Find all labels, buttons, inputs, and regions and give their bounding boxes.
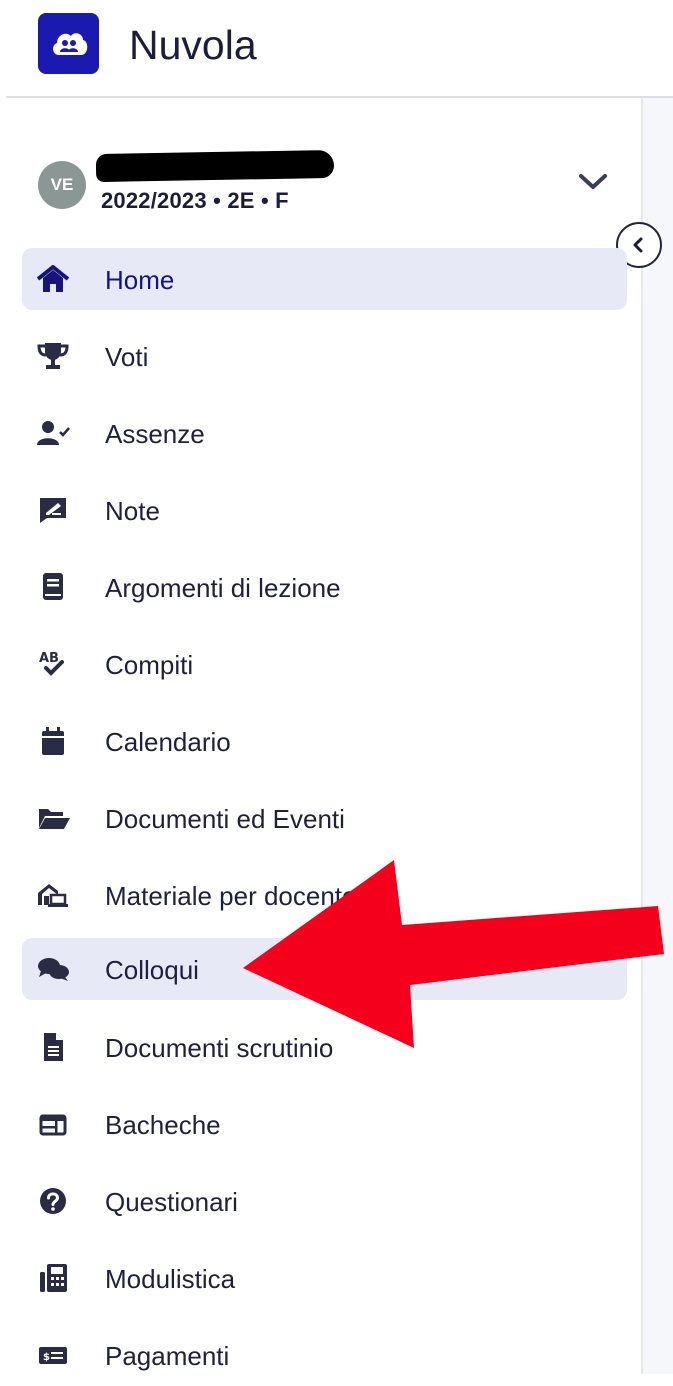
sidebar-item-colloqui[interactable]: Colloqui: [22, 938, 627, 1000]
trophy-icon: [37, 343, 69, 369]
house-laptop-icon: [38, 884, 68, 907]
sidebar-item-label: Questionari: [105, 1187, 238, 1217]
comments-icon: [38, 958, 69, 981]
chevron-left-icon: [633, 237, 643, 253]
header-divider: [6, 96, 673, 98]
sidebar-item-label: Pagamenti: [105, 1341, 230, 1371]
sidebar-item-pagamenti[interactable]: $ Pagamenti: [22, 1324, 627, 1386]
user-class-info: 2022/2023 • 2E • F: [101, 188, 289, 213]
sidebar-item-bacheche[interactable]: Bacheche: [22, 1093, 627, 1155]
sidebar-item-assenze[interactable]: Assenze: [22, 402, 627, 464]
sidebar-item-label: Home: [105, 265, 175, 295]
file-lines-icon: [44, 1033, 63, 1061]
sidebar-item-label: Bacheche: [105, 1110, 221, 1140]
sidebar-item-modulistica[interactable]: Modulistica: [22, 1247, 627, 1309]
sidebar-item-label: Voti: [105, 342, 149, 372]
sidebar-item-label: Documenti ed Eventi: [105, 804, 345, 834]
sidebar-item-documenti-eventi[interactable]: Documenti ed Eventi: [22, 787, 627, 849]
question-circle-icon: [40, 1188, 66, 1214]
sidebar-item-label: Colloqui: [105, 955, 199, 985]
svg-text:$: $: [43, 1352, 50, 1363]
svg-text:AB: AB: [39, 651, 59, 666]
calendar-icon: [42, 727, 64, 755]
app-header: Nuvola: [0, 0, 673, 96]
sidebar-item-documenti-scrutinio[interactable]: Documenti scrutinio: [22, 1016, 627, 1078]
sidebar-item-label: Argomenti di lezione: [105, 573, 341, 603]
user-check-icon: [37, 421, 70, 445]
sidebar-item-label: Compiti: [105, 650, 194, 680]
sidebar-item-materiale[interactable]: Materiale per docente: [22, 864, 627, 926]
sidebar-item-note[interactable]: Note: [22, 479, 627, 541]
spellcheck-icon: AB: [39, 651, 64, 676]
sidebar-item-label: Calendario: [105, 727, 231, 757]
book-icon: [43, 573, 63, 600]
sidebar-item-label: Documenti scrutinio: [105, 1033, 334, 1063]
user-switcher[interactable]: VE 2022/2023 • 2E • F: [38, 140, 628, 220]
money-bill-icon: $: [39, 1347, 67, 1364]
sidebar-item-argomenti[interactable]: Argomenti di lezione: [22, 556, 627, 618]
fax-icon: [40, 1264, 67, 1292]
avatar: VE: [38, 161, 86, 209]
app-title: Nuvola: [129, 22, 257, 68]
cloud-family-icon[interactable]: [38, 13, 99, 74]
content-area-edge: [641, 98, 673, 1374]
sidebar-item-voti[interactable]: Voti: [22, 325, 627, 387]
sidebar-item-label: Materiale per docente: [105, 881, 357, 911]
sidebar-item-questionari[interactable]: Questionari: [22, 1170, 627, 1232]
redacted-name: [95, 149, 335, 183]
folder-open-icon: [39, 809, 70, 829]
sidebar-item-home[interactable]: Home: [22, 248, 627, 310]
chevron-down-icon[interactable]: [578, 172, 608, 192]
sidebar-item-calendario[interactable]: Calendario: [22, 710, 627, 772]
sidebar-item-label: Assenze: [105, 419, 205, 449]
sidebar-item-label: Note: [105, 496, 160, 526]
board-icon: [39, 1114, 67, 1136]
home-icon: [36, 265, 70, 292]
sidebar-item-label: Modulistica: [105, 1264, 236, 1294]
signature-note-icon: [40, 498, 66, 523]
sidebar-item-compiti[interactable]: AB Compiti: [22, 633, 627, 695]
